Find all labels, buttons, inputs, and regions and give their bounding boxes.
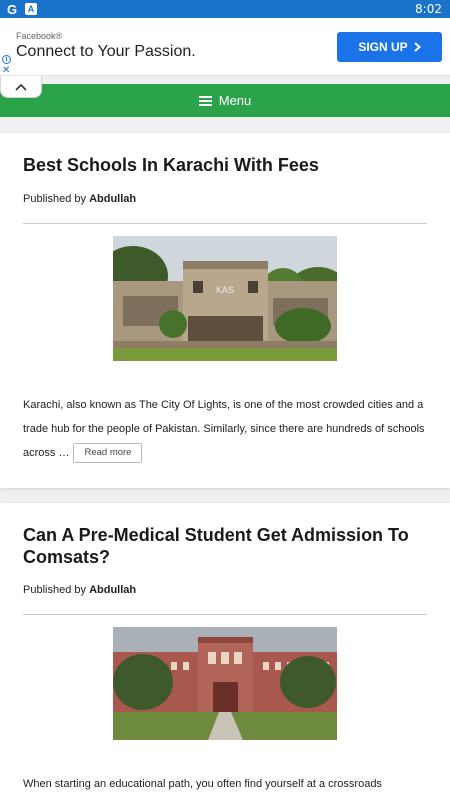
app-a-icon: A [25,3,37,15]
ad-source: Facebook® [16,31,63,41]
read-more-button[interactable]: Read more [73,443,143,464]
post-excerpt: Karachi, also known as The City Of Light… [23,393,433,465]
ad-headline[interactable]: Connect to Your Passion. [16,43,196,61]
byline-prefix: Published by [23,193,86,205]
building-sign: KAS [216,285,234,295]
post-author[interactable]: Abdullah [89,584,136,596]
chevron-right-icon [414,42,421,52]
post-byline: Published by Abdullah [23,193,136,205]
post-author[interactable]: Abdullah [89,193,136,205]
post-title[interactable]: Best Schools In Karachi With Fees [23,154,423,176]
post-byline: Published by Abdullah [23,584,136,596]
ad-banner[interactable]: Facebook® Connect to Your Passion. SIGN … [0,18,450,76]
status-bar: G A 8:02 [0,0,450,18]
menu-label: Menu [218,93,252,108]
ad-signup-label: SIGN UP [358,40,408,54]
post-thumbnail[interactable]: KAS [113,236,337,361]
status-time: 8:02 [415,2,442,16]
ad-info-icon[interactable]: i [2,55,11,64]
post-thumbnail[interactable] [113,627,337,740]
post-title[interactable]: Can A Pre-Medical Student Get Admission … [23,524,423,568]
ad-signup-button[interactable]: SIGN UP [337,32,442,62]
google-icon: G [6,1,18,17]
chevron-up-icon [15,83,27,91]
menu-toggle[interactable]: Menu [0,84,450,117]
byline-prefix: Published by [23,584,86,596]
hamburger-icon [198,95,212,106]
ad-close-icon[interactable]: ✕ [2,65,10,76]
divider [23,223,427,224]
university-building-image [113,627,337,740]
excerpt-text: When starting an educational path, you o… [23,778,382,790]
post-card: Best Schools In Karachi With Fees Publis… [0,133,450,488]
ad-collapse-button[interactable] [0,76,42,98]
post-card: Can A Pre-Medical Student Get Admission … [0,503,450,800]
post-excerpt: When starting an educational path, you o… [23,772,433,796]
school-building-image: KAS [113,236,337,361]
divider [23,614,427,615]
